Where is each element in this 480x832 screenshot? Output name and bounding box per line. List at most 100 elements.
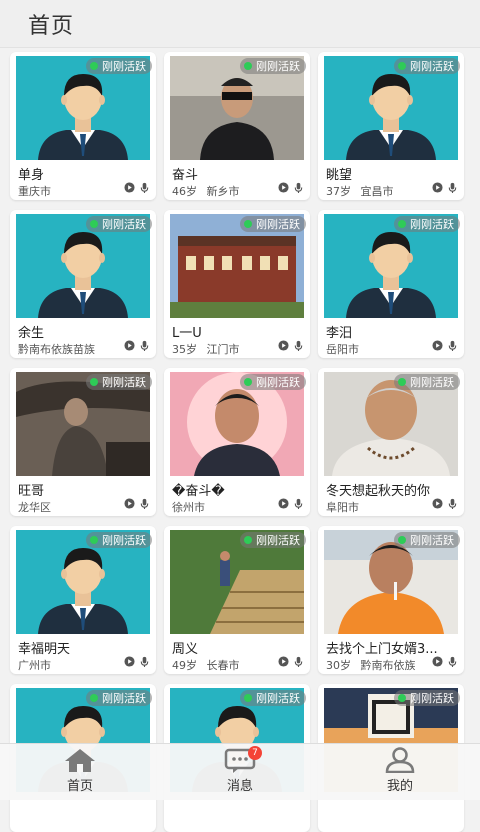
online-dot-icon	[398, 378, 406, 386]
user-city: 龙华区	[18, 501, 51, 514]
user-meta: 黔南布依族苗族	[18, 341, 122, 357]
user-city: 黔南布依族苗族	[18, 343, 95, 356]
user-name: 余生	[18, 326, 45, 341]
user-city: 徐州市	[172, 501, 205, 514]
video-icon	[432, 656, 443, 667]
tab-messages[interactable]: 消息	[160, 744, 320, 800]
user-city: 黔南布依族	[360, 659, 416, 672]
user-card[interactable]: 刚刚活跃 冬天想起秋天的你 阜阳市	[318, 368, 464, 516]
active-status-badge: 刚刚活跃	[394, 374, 460, 390]
media-icons	[278, 182, 304, 193]
active-status-badge: 刚刚活跃	[86, 216, 152, 232]
media-icons	[124, 498, 150, 509]
bottom-tab-bar: 首页 消息 我的	[0, 743, 480, 800]
online-dot-icon	[244, 536, 252, 544]
user-name: 幸福明天	[18, 642, 71, 657]
user-card[interactable]: 刚刚活跃 �奋斗� 徐州市	[164, 368, 310, 516]
active-status-badge: 刚刚活跃	[86, 58, 152, 74]
user-city: 广州市	[18, 659, 51, 672]
mic-icon	[140, 656, 149, 667]
user-name: L一U	[172, 326, 202, 341]
home-icon	[65, 749, 95, 772]
media-icons	[432, 182, 458, 193]
user-card[interactable]: 刚刚活跃 幸福明天 广州市	[10, 526, 156, 674]
user-card[interactable]: 刚刚活跃 奋斗 46岁 新乡市	[164, 52, 310, 200]
online-dot-icon	[244, 220, 252, 228]
video-icon	[124, 498, 135, 509]
user-city: 宜昌市	[360, 185, 394, 198]
user-card[interactable]: 刚刚活跃 李汨 岳阳市	[318, 210, 464, 358]
tab-profile-label: 我的	[386, 779, 413, 794]
tab-home[interactable]: 首页	[0, 744, 160, 800]
tab-profile[interactable]: 我的	[320, 744, 480, 800]
active-status-badge: 刚刚活跃	[86, 374, 152, 390]
video-icon	[432, 182, 443, 193]
online-dot-icon	[90, 694, 98, 702]
video-icon	[124, 182, 135, 193]
mic-icon	[294, 498, 303, 509]
user-meta: 49岁 长春市	[172, 657, 276, 673]
active-status-badge: 刚刚活跃	[240, 374, 306, 390]
mic-icon	[448, 498, 457, 509]
user-card[interactable]: 刚刚活跃 L一U 35岁 江门市	[164, 210, 310, 358]
user-city: 长春市	[206, 659, 240, 672]
user-name: 旺哥	[18, 484, 45, 499]
mic-icon	[448, 656, 457, 667]
user-card[interactable]: 刚刚活跃 眺望 37岁 宜昌市	[318, 52, 464, 200]
app-header: 首页	[0, 0, 480, 48]
user-card[interactable]: 刚刚活跃 去找个上门女婿3... 30岁 黔南布依族	[318, 526, 464, 674]
profile-icon	[385, 747, 415, 773]
online-dot-icon	[90, 62, 98, 70]
video-icon	[278, 340, 289, 351]
active-status-badge: 刚刚活跃	[394, 690, 460, 706]
online-dot-icon	[398, 220, 406, 228]
mic-icon	[294, 182, 303, 193]
user-age: 46岁	[172, 185, 197, 198]
online-dot-icon	[398, 694, 406, 702]
user-meta: 35岁 江门市	[172, 341, 276, 357]
mic-icon	[294, 340, 303, 351]
video-icon	[278, 656, 289, 667]
user-city: 重庆市	[18, 185, 51, 198]
user-card[interactable]: 刚刚活跃 周义 49岁 长春市	[164, 526, 310, 674]
media-icons	[432, 498, 458, 509]
user-meta: 广州市	[18, 657, 122, 673]
online-dot-icon	[244, 62, 252, 70]
video-icon	[432, 498, 443, 509]
user-meta: 46岁 新乡市	[172, 183, 276, 199]
online-dot-icon	[90, 220, 98, 228]
mic-icon	[294, 656, 303, 667]
page-title: 首页	[28, 13, 75, 39]
user-name: 冬天想起秋天的你	[326, 484, 431, 499]
media-icons	[124, 340, 150, 351]
user-city: 阜阳市	[326, 501, 359, 514]
media-icons	[432, 656, 458, 667]
media-icons	[278, 498, 304, 509]
mic-icon	[140, 498, 149, 509]
active-status-badge: 刚刚活跃	[240, 216, 306, 232]
active-status-badge: 刚刚活跃	[394, 58, 460, 74]
user-meta: 岳阳市	[326, 341, 430, 357]
user-name: �奋斗�	[172, 484, 225, 499]
user-card[interactable]: 刚刚活跃 旺哥 龙华区	[10, 368, 156, 516]
user-meta: 37岁 宜昌市	[326, 183, 430, 199]
video-icon	[432, 340, 443, 351]
online-dot-icon	[90, 378, 98, 386]
video-icon	[124, 656, 135, 667]
user-meta: 阜阳市	[326, 499, 430, 515]
tab-messages-label: 消息	[226, 779, 253, 794]
online-dot-icon	[90, 536, 98, 544]
tab-home-label: 首页	[66, 779, 93, 794]
active-status-badge: 刚刚活跃	[86, 690, 152, 706]
active-status-badge: 刚刚活跃	[240, 690, 306, 706]
user-name: 周义	[172, 642, 199, 657]
user-city: 江门市	[206, 343, 240, 356]
user-card[interactable]: 刚刚活跃 单身 重庆市	[10, 52, 156, 200]
media-icons	[124, 182, 150, 193]
user-meta: 龙华区	[18, 499, 122, 515]
mic-icon	[140, 182, 149, 193]
user-meta: 30岁 黔南布依族	[326, 657, 430, 673]
user-name: 李汨	[326, 326, 353, 341]
user-card[interactable]: 刚刚活跃 余生 黔南布依族苗族	[10, 210, 156, 358]
media-icons	[278, 340, 304, 351]
